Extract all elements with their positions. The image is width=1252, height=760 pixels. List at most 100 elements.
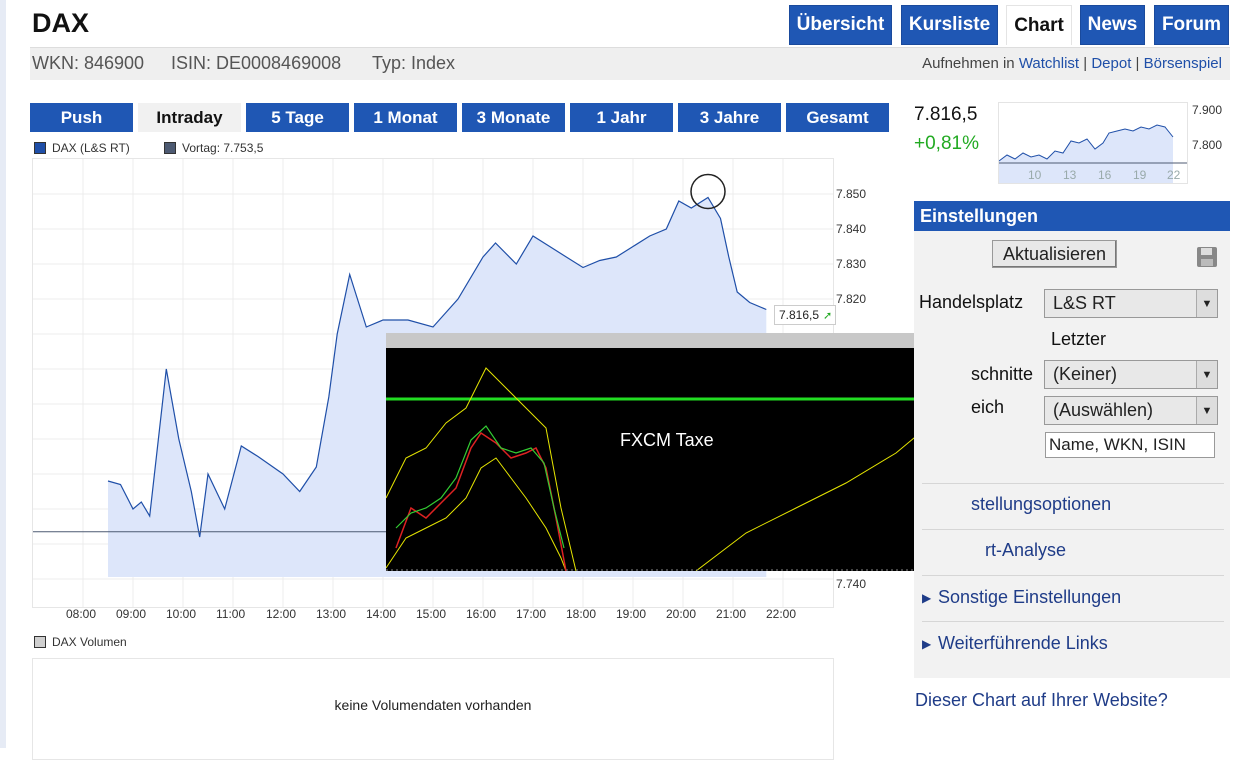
watch-prefix: Aufnehmen in xyxy=(922,55,1015,72)
quote-price: 7.816,5 xyxy=(914,104,978,125)
range-tab-3-jahre[interactable]: 3 Jahre xyxy=(678,103,781,132)
isin-label: ISIN: DE0008469008 xyxy=(171,53,342,73)
nav-tab-kursliste[interactable]: Kursliste xyxy=(901,5,998,45)
chevron-down-icon: ▼ xyxy=(1196,397,1217,424)
range-tab-1-monat[interactable]: 1 Monat xyxy=(354,103,457,132)
mini-chart[interactable] xyxy=(998,102,1188,184)
x-tick-label: 21:00 xyxy=(716,607,747,621)
nav-tab-forum[interactable]: Forum xyxy=(1154,5,1229,45)
legend-series: DAX (L&S RT) xyxy=(34,141,130,155)
nav-tab-chart[interactable]: Chart xyxy=(1006,5,1072,45)
range-tab-push[interactable]: Push xyxy=(30,103,133,132)
mini-x-tick: 19 xyxy=(1133,168,1147,182)
volume-swatch xyxy=(34,636,46,648)
boersenspiel-link[interactable]: Börsenspiel xyxy=(1144,55,1222,72)
save-icon[interactable] xyxy=(1196,246,1218,268)
volume-chart: keine Volumendaten vorhanden xyxy=(32,658,834,760)
averages-value: (Keiner) xyxy=(1053,364,1118,384)
x-tick-label: 20:00 xyxy=(666,607,697,621)
x-tick-label: 22:00 xyxy=(766,607,797,621)
x-tick-label: 15:00 xyxy=(416,607,447,621)
y-tick-label: 7.820 xyxy=(836,292,867,306)
nav-tab-news[interactable]: News xyxy=(1080,5,1145,45)
overlay-titlebar-svg xyxy=(386,333,972,348)
legend-volume: DAX Volumen xyxy=(34,635,127,649)
caret-right-icon: ▶ xyxy=(922,637,932,651)
price-type-label: Letzter xyxy=(1051,329,1107,349)
mini-y-tick: 7.900 xyxy=(1192,103,1223,117)
page-left-strip xyxy=(0,0,6,748)
current-value-marker: 7.816,5 ➚ xyxy=(774,305,836,325)
range-tab-1-jahr[interactable]: 1 Jahr xyxy=(570,103,673,132)
compare-value: (Auswählen) xyxy=(1053,400,1154,420)
wkn-label: WKN: 846900 xyxy=(32,53,145,73)
x-tick-label: 13:00 xyxy=(316,607,347,621)
x-tick-label: 11:00 xyxy=(216,607,246,621)
averages-select[interactable]: (Keiner) ▼ xyxy=(1044,360,1218,389)
overlay-trend-line xyxy=(695,417,939,571)
chevron-down-icon: ▼ xyxy=(1196,290,1217,317)
chevron-down-icon: ▼ xyxy=(1196,361,1217,388)
range-tab-intraday[interactable]: Intraday xyxy=(138,103,241,132)
compare-label: eich xyxy=(971,397,1005,417)
divider xyxy=(922,621,1224,622)
refresh-button[interactable]: Aktualisieren xyxy=(992,240,1117,268)
handelsplatz-label: Handelsplatz xyxy=(919,292,1024,312)
divider xyxy=(922,483,1224,484)
search-input[interactable]: Name, WKN, ISIN xyxy=(1045,432,1215,458)
watchlist-link[interactable]: Watchlist xyxy=(1019,55,1079,72)
averages-label: schnitte xyxy=(971,364,1034,384)
fxcm-overlay-svg xyxy=(386,348,939,571)
x-tick-label: 14:00 xyxy=(366,607,397,621)
other-settings-link[interactable]: Sonstige Einstellungen xyxy=(938,587,1121,608)
chart-analysis-link[interactable]: rt-Analyse xyxy=(985,540,1066,561)
type-label: Typ: Index xyxy=(372,53,456,73)
legend-volume-label: DAX Volumen xyxy=(52,635,127,649)
divider xyxy=(922,575,1224,576)
fxcm-overlay-chart[interactable]: FXCM Taxe 7852 7850 7847 7842 7837 7832 … xyxy=(386,348,972,571)
x-tick-label: 16:00 xyxy=(466,607,497,621)
x-tick-label: 17:00 xyxy=(516,607,547,621)
y-tick-label: 7.850 xyxy=(836,187,867,201)
caret-right-icon: ▶ xyxy=(922,591,932,605)
overlay-red-line xyxy=(395,431,567,571)
overlay-caption: FXCM Taxe xyxy=(620,430,714,450)
current-value-text: 7.816,5 xyxy=(779,308,820,322)
mini-y-tick: 7.800 xyxy=(1192,138,1223,152)
y-tick-label: 7.740 xyxy=(836,577,867,591)
legend-prev: Vortag: 7.753,5 xyxy=(164,141,263,155)
range-tab-gesamt[interactable]: Gesamt xyxy=(786,103,889,132)
watchlist-links: Aufnehmen in Watchlist | Depot | Börsens… xyxy=(922,55,1222,72)
x-tick-label: 12:00 xyxy=(266,607,297,621)
prev-swatch xyxy=(164,142,176,154)
divider xyxy=(922,529,1224,530)
x-tick-label: 10:00 xyxy=(166,607,197,621)
range-tab-5-tage[interactable]: 5 Tage xyxy=(246,103,349,132)
x-tick-label: 19:00 xyxy=(616,607,647,621)
mini-x-tick: 10 xyxy=(1028,168,1042,182)
x-tick-label: 08:00 xyxy=(66,607,97,621)
x-tick-label: 09:00 xyxy=(116,607,147,621)
mini-x-tick: 22 xyxy=(1167,168,1181,182)
page-title: DAX xyxy=(32,8,90,38)
overlay-lower-band xyxy=(386,457,567,571)
embed-chart-link[interactable]: Dieser Chart auf Ihrer Website? xyxy=(915,690,1168,711)
display-options-link[interactable]: stellungsoptionen xyxy=(971,494,1111,515)
up-arrow-icon: ➚ xyxy=(823,309,833,322)
x-tick-label: 18:00 xyxy=(566,607,597,621)
overlay-green-line xyxy=(395,425,565,549)
depot-link[interactable]: Depot xyxy=(1091,55,1131,72)
handelsplatz-value: L&S RT xyxy=(1053,293,1116,313)
range-tab-3-monate[interactable]: 3 Monate xyxy=(462,103,565,132)
further-links-link[interactable]: Weiterführende Links xyxy=(938,633,1108,654)
no-volume-message: keine Volumendaten vorhanden xyxy=(334,697,532,713)
handelsplatz-select[interactable]: L&S RT ▼ xyxy=(1044,289,1218,318)
mini-x-tick: 16 xyxy=(1098,168,1112,182)
quote-change: +0,81% xyxy=(914,133,979,154)
y-tick-label: 7.830 xyxy=(836,257,867,271)
settings-header[interactable]: Einstellungen xyxy=(914,201,1230,231)
overlay-titlebar[interactable] xyxy=(386,333,972,348)
compare-select[interactable]: (Auswählen) ▼ xyxy=(1044,396,1218,425)
legend-series-label: DAX (L&S RT) xyxy=(52,141,130,155)
nav-tab-uebersicht[interactable]: Übersicht xyxy=(789,5,892,45)
